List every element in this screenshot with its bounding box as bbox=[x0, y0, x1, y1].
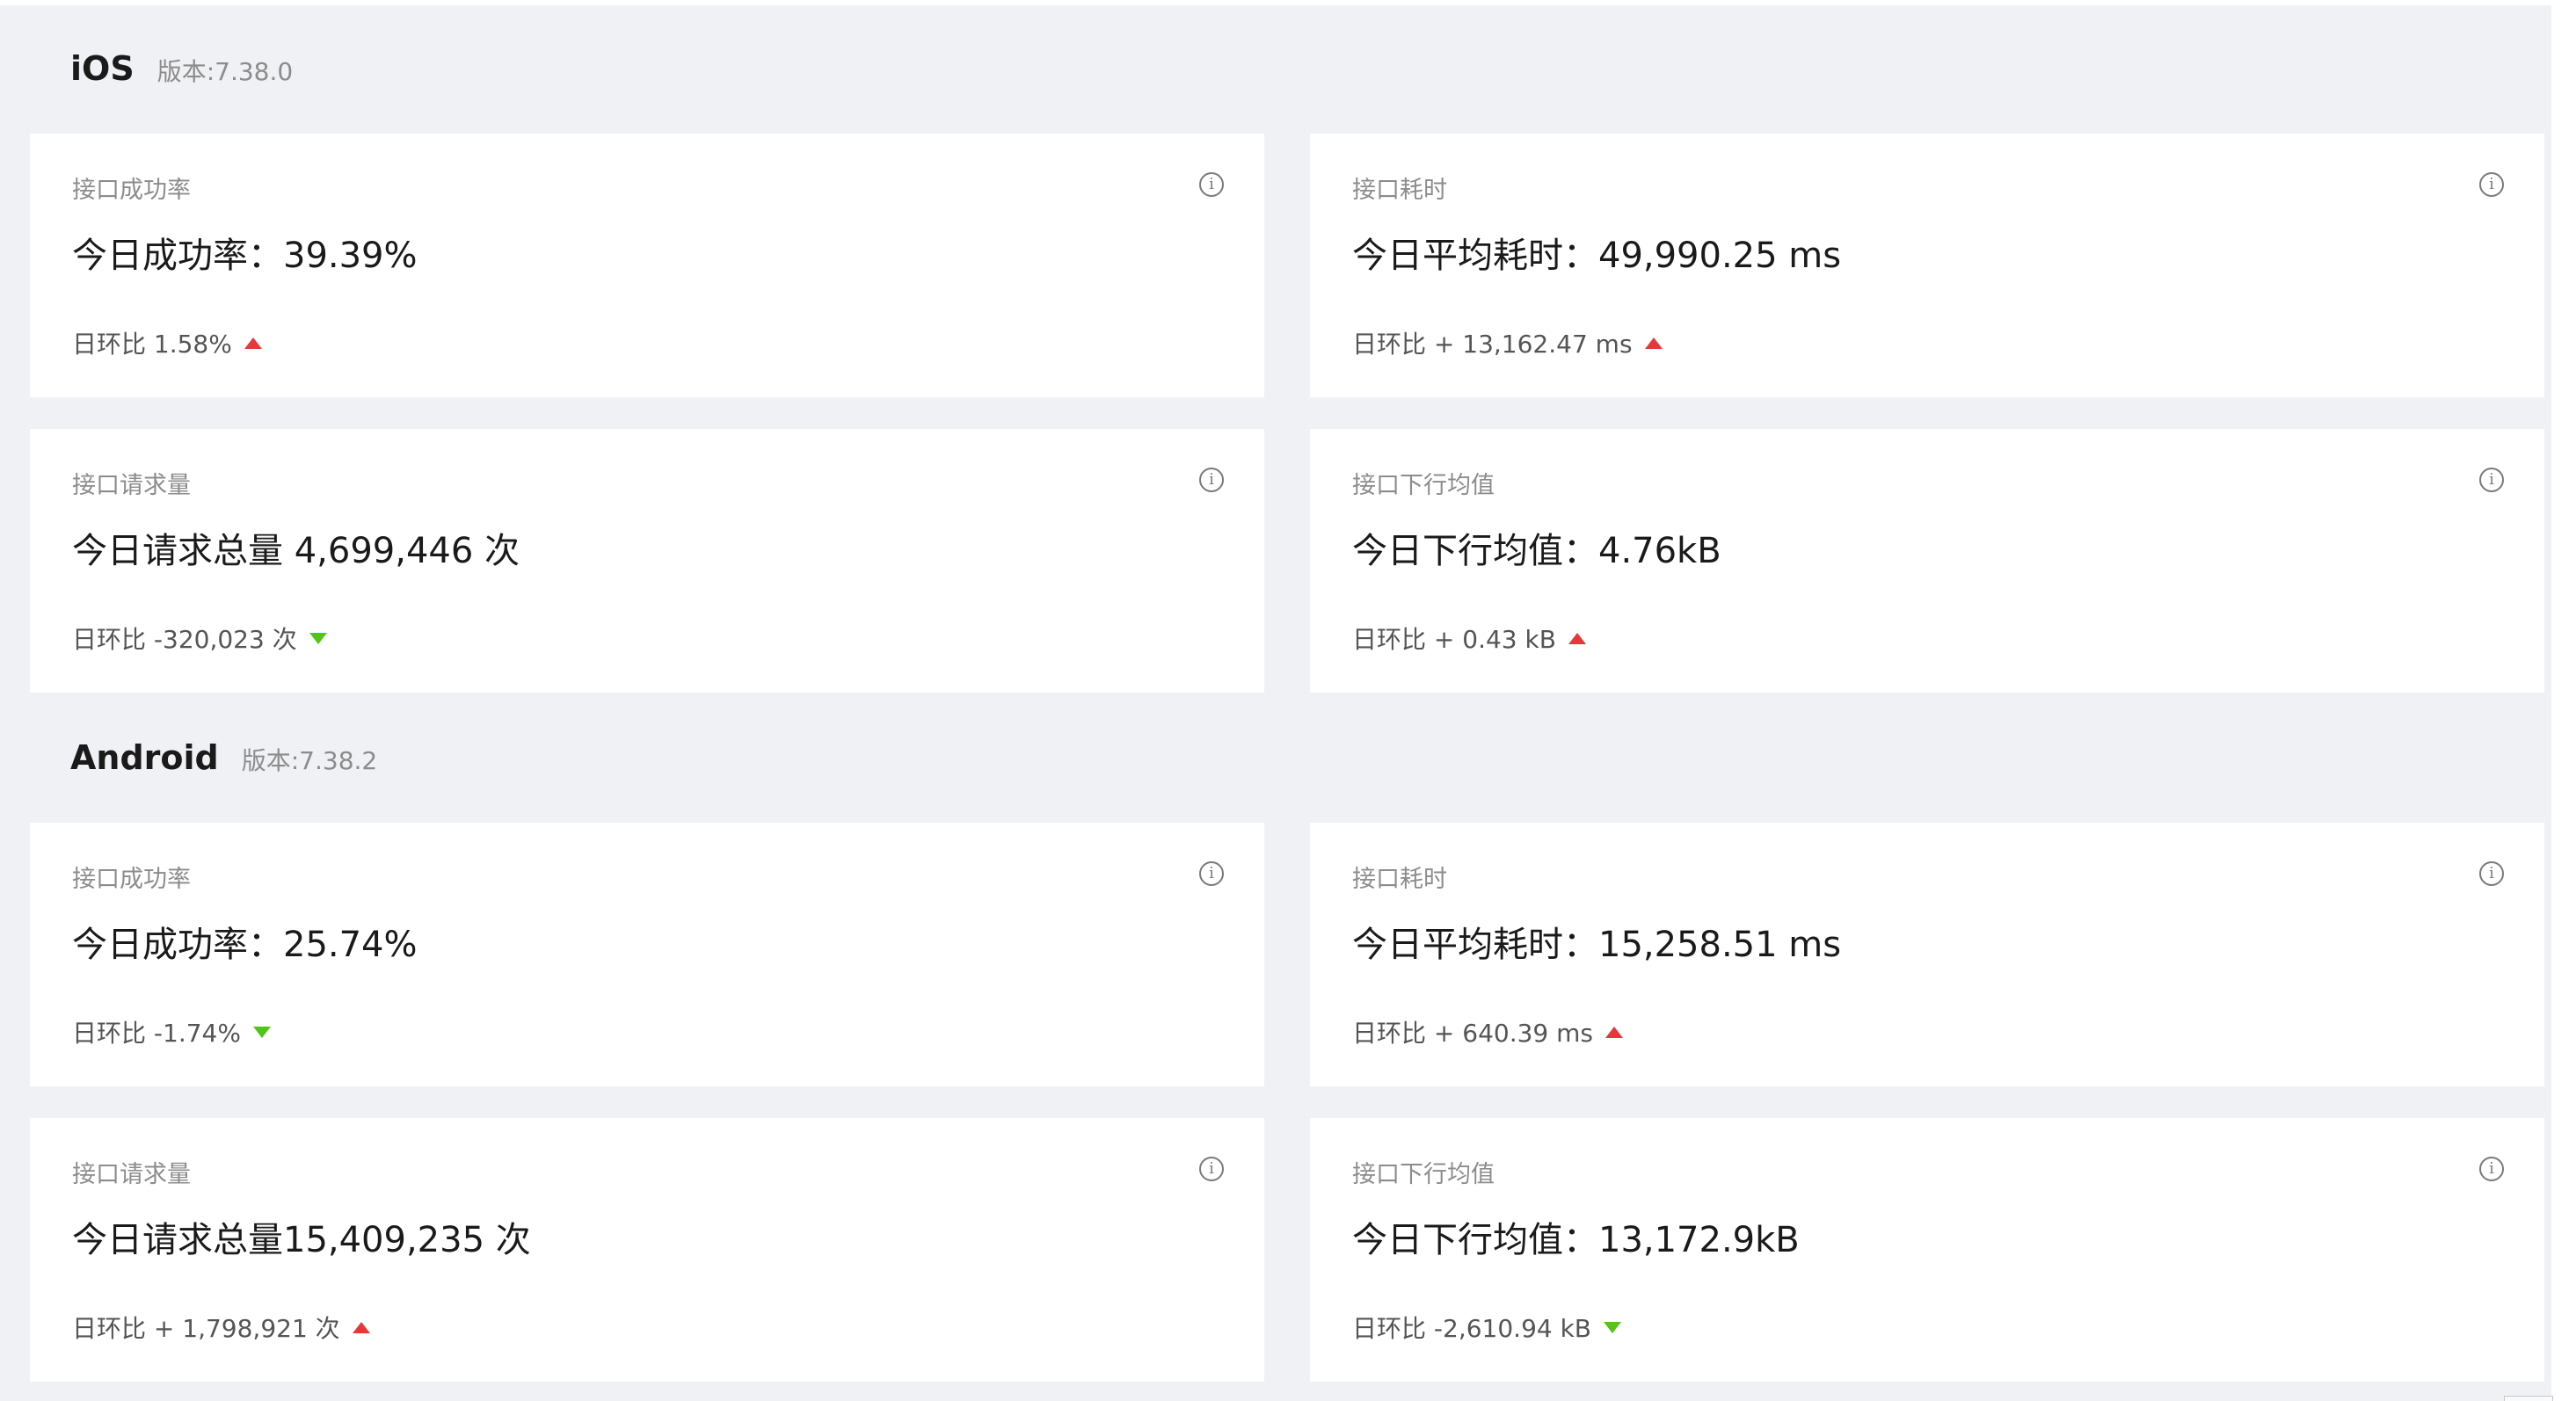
compare-text: 日环比 -320,023 次 bbox=[72, 625, 297, 654]
metric-card-request-volume: 接口请求量 今日请求总量15,409,235 次 日环比 + 1,798,921… bbox=[30, 1118, 1264, 1382]
card-compare: 日环比 + 13,162.47 ms bbox=[1352, 325, 1663, 360]
card-title: 接口下行均值 bbox=[1352, 1161, 1495, 1188]
info-icon[interactable]: i bbox=[2479, 861, 2504, 886]
compare-text: 日环比 + 1,798,921 次 bbox=[72, 1314, 340, 1343]
card-compare: 日环比 1.58% bbox=[72, 325, 262, 360]
info-icon[interactable]: i bbox=[1199, 468, 1224, 492]
card-title: 接口请求量 bbox=[72, 1161, 191, 1188]
card-main-value: 今日成功率：39.39% bbox=[72, 236, 418, 276]
card-title: 接口成功率 bbox=[72, 177, 191, 204]
card-main-value: 今日平均耗时：49,990.25 ms bbox=[1352, 236, 1842, 276]
metric-card-downstream-avg: 接口下行均值 今日下行均值：13,172.9kB 日环比 -2,610.94 k… bbox=[1310, 1118, 2544, 1382]
arrow-down-icon bbox=[252, 1026, 271, 1038]
info-icon[interactable]: i bbox=[1199, 861, 1224, 886]
compare-text: 日环比 + 13,162.47 ms bbox=[1352, 330, 1633, 359]
card-compare: 日环比 -2,610.94 kB bbox=[1352, 1310, 1622, 1345]
compare-text: 日环比 1.58% bbox=[72, 330, 232, 359]
info-icon[interactable]: i bbox=[1199, 172, 1224, 197]
compare-text: 日环比 -2,610.94 kB bbox=[1352, 1314, 1592, 1343]
card-title: 接口请求量 bbox=[72, 472, 191, 499]
card-main-value: 今日请求总量15,409,235 次 bbox=[72, 1220, 531, 1260]
section-header-android: Android 版本:7.38.2 bbox=[70, 738, 377, 777]
platform-name: Android bbox=[70, 738, 219, 777]
compare-text: 日环比 -1.74% bbox=[72, 1019, 241, 1048]
corner-handle bbox=[2504, 1396, 2553, 1401]
compare-text: 日环比 + 0.43 kB bbox=[1352, 625, 1556, 654]
arrow-up-icon bbox=[244, 337, 262, 349]
card-main-value: 今日请求总量 4,699,446 次 bbox=[72, 531, 520, 571]
metric-card-latency: 接口耗时 今日平均耗时：15,258.51 ms 日环比 + 640.39 ms… bbox=[1310, 823, 2544, 1086]
card-title: 接口成功率 bbox=[72, 866, 191, 893]
info-icon[interactable]: i bbox=[2479, 172, 2504, 197]
metric-card-latency: 接口耗时 今日平均耗时：49,990.25 ms 日环比 + 13,162.47… bbox=[1310, 134, 2544, 397]
arrow-up-icon bbox=[1568, 632, 1586, 644]
card-main-value: 今日成功率：25.74% bbox=[72, 925, 418, 965]
version-label: 版本:7.38.2 bbox=[241, 746, 378, 775]
metric-card-success-rate: 接口成功率 今日成功率：39.39% 日环比 1.58% i bbox=[30, 134, 1264, 397]
platform-name: iOS bbox=[70, 49, 135, 88]
card-compare: 日环比 + 0.43 kB bbox=[1352, 621, 1586, 656]
compare-text: 日环比 + 640.39 ms bbox=[1352, 1019, 1593, 1048]
dashboard-page: iOS 版本:7.38.0 接口成功率 今日成功率：39.39% 日环比 1.5… bbox=[0, 5, 2551, 1401]
arrow-up-icon bbox=[1605, 1026, 1623, 1038]
metric-card-downstream-avg: 接口下行均值 今日下行均值：4.76kB 日环比 + 0.43 kB i bbox=[1310, 429, 2544, 693]
arrow-down-icon bbox=[1604, 1321, 1622, 1333]
card-compare: 日环比 + 1,798,921 次 bbox=[72, 1310, 370, 1345]
metric-card-request-volume: 接口请求量 今日请求总量 4,699,446 次 日环比 -320,023 次 … bbox=[30, 429, 1264, 693]
card-compare: 日环比 + 640.39 ms bbox=[1352, 1014, 1623, 1049]
arrow-up-icon bbox=[352, 1321, 370, 1333]
card-main-value: 今日平均耗时：15,258.51 ms bbox=[1352, 925, 1842, 965]
arrow-up-icon bbox=[1644, 337, 1663, 349]
card-main-value: 今日下行均值：13,172.9kB bbox=[1352, 1220, 1800, 1260]
card-compare: 日环比 -320,023 次 bbox=[72, 621, 327, 656]
card-title: 接口耗时 bbox=[1352, 177, 1447, 204]
card-compare: 日环比 -1.74% bbox=[72, 1014, 271, 1049]
arrow-down-icon bbox=[309, 632, 327, 644]
info-icon[interactable]: i bbox=[2479, 468, 2504, 492]
card-title: 接口耗时 bbox=[1352, 866, 1447, 893]
info-icon[interactable]: i bbox=[2479, 1157, 2504, 1181]
info-icon[interactable]: i bbox=[1199, 1157, 1224, 1181]
version-label: 版本:7.38.0 bbox=[156, 57, 294, 86]
section-header-ios: iOS 版本:7.38.0 bbox=[70, 49, 293, 88]
card-title: 接口下行均值 bbox=[1352, 472, 1495, 499]
metric-card-success-rate: 接口成功率 今日成功率：25.74% 日环比 -1.74% i bbox=[30, 823, 1264, 1086]
card-main-value: 今日下行均值：4.76kB bbox=[1352, 531, 1721, 571]
